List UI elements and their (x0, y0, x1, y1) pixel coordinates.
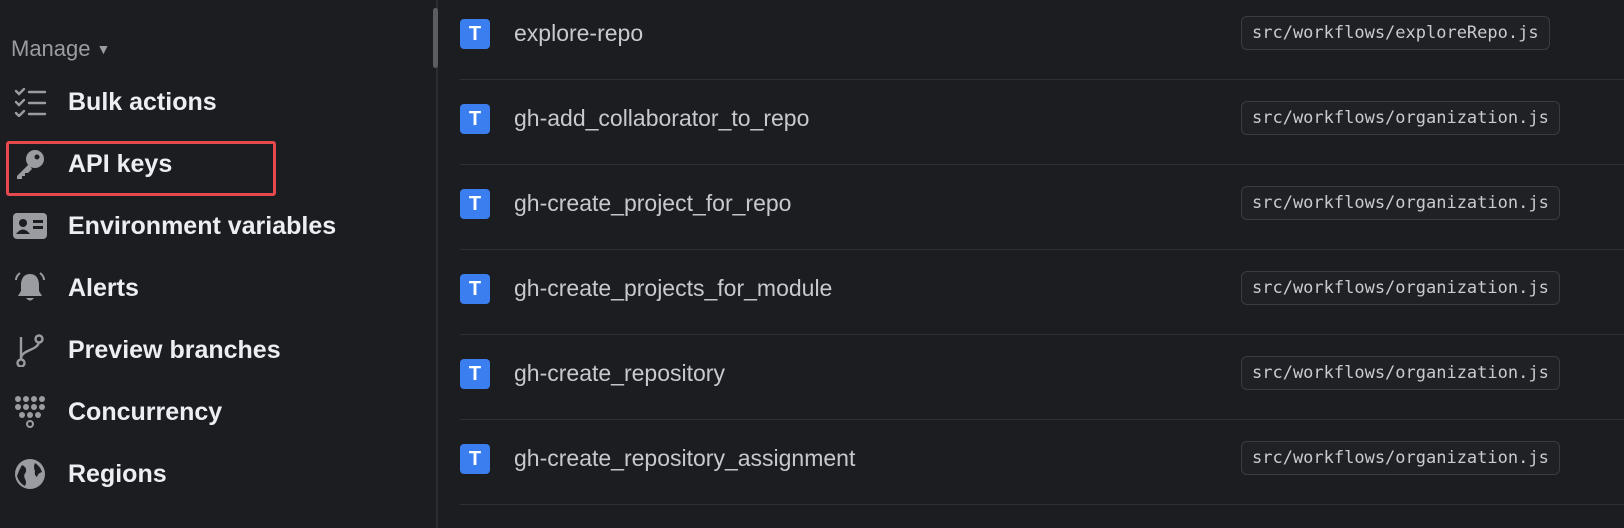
task-type-badge: T (460, 444, 490, 474)
sidebar-item-label: Preview branches (68, 335, 281, 364)
task-list: T explore-repo src/workflows/exploreRepo… (438, 0, 1624, 528)
sidebar-item-label: Regions (68, 459, 167, 488)
task-name: gh-create_repository_assignment (514, 445, 856, 471)
task-file-path: src/workflows/organization.js (1241, 101, 1560, 135)
sidebar-item-regions[interactable]: Regions (10, 448, 410, 500)
id-card-icon (10, 206, 50, 246)
table-row[interactable]: T gh-create_project_for_repo src/workflo… (460, 162, 1624, 250)
caret-down-icon: ▼ (96, 41, 111, 57)
task-type-badge: T (460, 104, 490, 134)
bell-icon (10, 268, 50, 308)
manage-section-toggle[interactable]: Manage ▼ (11, 36, 110, 62)
sidebar-item-bulk-actions[interactable]: Bulk actions (10, 76, 410, 128)
sidebar-item-environment-variables[interactable]: Environment variables (10, 200, 410, 252)
table-row[interactable]: T explore-repo src/workflows/exploreRepo… (460, 0, 1624, 80)
task-file-path: src/workflows/organization.js (1241, 356, 1560, 390)
task-file-path: src/workflows/organization.js (1241, 441, 1560, 475)
task-file-path: src/workflows/organization.js (1241, 186, 1560, 220)
checklist-icon (10, 82, 50, 122)
task-file-path: src/workflows/exploreRepo.js (1241, 16, 1550, 50)
table-row[interactable]: T gh-create_repository src/workflows/org… (460, 332, 1624, 420)
task-file-path: src/workflows/organization.js (1241, 271, 1560, 305)
api-keys-highlight-box (6, 141, 276, 196)
sidebar-item-label: Concurrency (68, 397, 223, 426)
task-name: gh-create_projects_for_module (514, 275, 833, 301)
dots-grid-icon (10, 392, 50, 432)
task-type-badge: T (460, 359, 490, 389)
task-name: gh-add_collaborator_to_repo (514, 105, 810, 131)
task-type-badge: T (460, 274, 490, 304)
globe-icon (10, 454, 50, 494)
task-name: explore-repo (514, 20, 644, 46)
sidebar-item-label: Alerts (68, 273, 139, 302)
task-type-badge: T (460, 19, 490, 49)
git-branch-icon (10, 330, 50, 370)
sidebar-item-label: Environment variables (68, 211, 337, 240)
sidebar-item-concurrency[interactable]: Concurrency (10, 386, 410, 438)
table-row[interactable]: T gh-create_projects_for_module src/work… (460, 247, 1624, 335)
table-row[interactable]: T gh-add_collaborator_to_repo src/workfl… (460, 77, 1624, 165)
task-type-badge: T (460, 189, 490, 219)
sidebar-item-preview-branches[interactable]: Preview branches (10, 324, 410, 376)
table-row[interactable]: T gh-create_repository_assignment src/wo… (460, 417, 1624, 505)
task-name: gh-create_repository (514, 360, 725, 386)
task-name: gh-create_project_for_repo (514, 190, 792, 216)
sidebar-item-alerts[interactable]: Alerts (10, 262, 410, 314)
section-title: Manage (11, 36, 91, 61)
sidebar-item-label: Bulk actions (68, 87, 217, 116)
sidebar: Manage ▼ Bulk actions API keys Environme… (0, 0, 432, 528)
